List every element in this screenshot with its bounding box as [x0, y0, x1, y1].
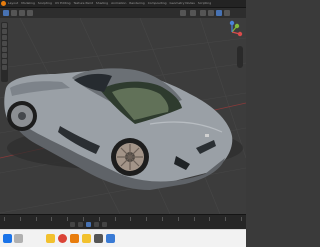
tab-modeling[interactable]: Modeling [21, 1, 35, 6]
jump-end-icon[interactable] [102, 222, 107, 227]
top-bar: Layout Modeling Sculpting UV Editing Tex… [0, 0, 246, 8]
blender-icon[interactable] [70, 234, 79, 243]
os-taskbar [0, 229, 246, 247]
search-icon[interactable] [14, 234, 23, 243]
tab-animation[interactable]: Animation [111, 1, 126, 6]
tab-sculpting[interactable]: Sculpting [38, 1, 52, 6]
tab-compositing[interactable]: Compositing [148, 1, 167, 6]
settings-icon[interactable] [94, 234, 103, 243]
tab-texture-paint[interactable]: Texture Paint [74, 1, 93, 6]
front-badge [205, 134, 209, 137]
tab-uv-editing[interactable]: UV Editing [55, 1, 71, 6]
3d-viewport[interactable] [0, 8, 246, 214]
chrome-icon[interactable] [58, 234, 67, 243]
car-model[interactable] [0, 8, 246, 214]
tab-rendering[interactable]: Rendering [129, 1, 144, 6]
timeline-ruler [4, 217, 242, 221]
blender-logo-icon[interactable] [1, 1, 6, 6]
tab-scripting[interactable]: Scripting [198, 1, 211, 6]
timeline[interactable] [0, 214, 246, 229]
tab-shading[interactable]: Shading [96, 1, 108, 6]
app-icon[interactable] [106, 234, 115, 243]
playback-controls [70, 222, 107, 228]
start-icon[interactable] [3, 234, 12, 243]
jump-start-icon[interactable] [70, 222, 75, 227]
folder-icon[interactable] [82, 234, 91, 243]
file-explorer-icon[interactable] [46, 234, 55, 243]
play-icon[interactable] [86, 222, 91, 227]
tab-layout[interactable]: Layout [8, 1, 18, 6]
next-keyframe-icon[interactable] [94, 222, 99, 227]
tab-geometry-nodes[interactable]: Geometry Nodes [170, 1, 195, 6]
workspace-tabs: Layout Modeling Sculpting UV Editing Tex… [8, 1, 211, 6]
prev-keyframe-icon[interactable] [78, 222, 83, 227]
